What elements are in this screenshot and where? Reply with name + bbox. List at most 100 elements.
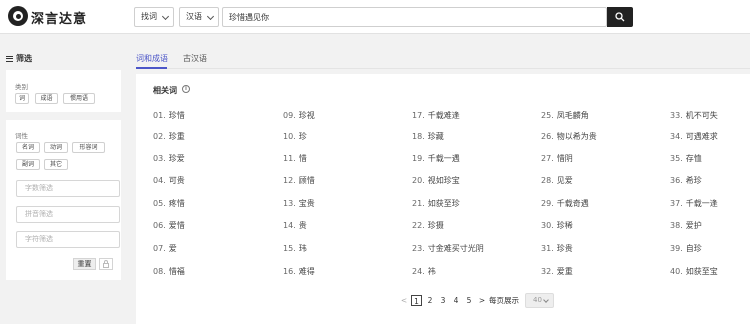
brand-name[interactable]: 深言达意 [31, 8, 87, 27]
word-text[interactable]: 千载奇遇 [557, 199, 589, 208]
related-word-item[interactable]: 17. 千载难逢 [412, 110, 460, 121]
reset-button[interactable]: 重置 [73, 258, 96, 270]
related-word-item[interactable]: 35. 存恤 [670, 153, 702, 164]
word-text[interactable]: 寸金难买寸光阴 [428, 244, 484, 253]
word-text[interactable]: 惜 [299, 154, 307, 163]
related-word-item[interactable]: 05. 疼惜 [153, 198, 185, 209]
related-word-item[interactable]: 36. 希珍 [670, 175, 702, 186]
page-4[interactable]: 4 [451, 295, 461, 306]
related-word-item[interactable]: 29. 千载奇遇 [541, 198, 589, 209]
related-word-item[interactable]: 08. 惜福 [153, 266, 185, 277]
word-text[interactable]: 存恤 [686, 154, 702, 163]
word-text[interactable]: 珍爱 [169, 154, 185, 163]
related-word-item[interactable]: 12. 顾惜 [283, 175, 315, 186]
related-word-item[interactable]: 37. 千载一逢 [670, 198, 718, 209]
related-word-item[interactable]: 20. 视如珍宝 [412, 175, 460, 186]
related-word-item[interactable]: 14. 贵 [283, 220, 307, 231]
related-word-item[interactable]: 21. 如获至珍 [412, 198, 460, 209]
page-1[interactable]: 1 [411, 295, 422, 306]
word-text[interactable]: 如获至珍 [428, 199, 460, 208]
word-text[interactable]: 爱护 [686, 221, 702, 230]
word-text[interactable]: 顾惜 [299, 176, 315, 185]
prev-page-button[interactable]: < [400, 295, 408, 306]
word-text[interactable]: 祎 [428, 267, 436, 276]
tag-word[interactable]: 词 [15, 93, 29, 104]
word-text[interactable]: 珍摄 [428, 221, 444, 230]
related-word-item[interactable]: 30. 珍稀 [541, 220, 573, 231]
related-word-item[interactable]: 11. 惜 [283, 153, 307, 164]
tag-idiom[interactable]: 成语 [35, 93, 58, 104]
tag-noun[interactable]: 名词 [16, 142, 40, 153]
search-button[interactable] [607, 7, 633, 27]
word-text[interactable]: 珍重 [169, 132, 185, 141]
related-word-item[interactable]: 25. 凤毛麟角 [541, 110, 589, 121]
related-word-item[interactable]: 40. 如获至宝 [670, 266, 718, 277]
word-text[interactable]: 千载一遇 [428, 154, 460, 163]
related-word-item[interactable]: 01. 珍惜 [153, 110, 185, 121]
next-page-button[interactable]: > [477, 295, 487, 306]
word-text[interactable]: 可遇难求 [686, 132, 718, 141]
word-text[interactable]: 疼惜 [169, 199, 185, 208]
related-word-item[interactable]: 24. 祎 [412, 266, 436, 277]
word-text[interactable]: 珍贵 [557, 244, 573, 253]
related-word-item[interactable]: 10. 珍 [283, 131, 307, 142]
word-text[interactable]: 见爱 [557, 176, 573, 185]
mode-select[interactable]: 找词 [134, 7, 174, 27]
related-word-item[interactable]: 09. 珍视 [283, 110, 315, 121]
char-count-filter-input[interactable]: 字数筛选 [16, 180, 120, 197]
related-word-item[interactable]: 15. 玮 [283, 243, 307, 254]
word-text[interactable]: 凤毛麟角 [557, 111, 589, 120]
page-3[interactable]: 3 [438, 295, 448, 306]
word-text[interactable]: 如获至宝 [686, 267, 718, 276]
logo-icon[interactable] [8, 6, 28, 26]
related-word-item[interactable]: 34. 可遇难求 [670, 131, 718, 142]
related-word-item[interactable]: 27. 惜阴 [541, 153, 573, 164]
word-text[interactable]: 珍视 [299, 111, 315, 120]
word-text[interactable]: 可贵 [169, 176, 185, 185]
related-word-item[interactable]: 06. 爱惜 [153, 220, 185, 231]
info-icon[interactable]: i [182, 85, 190, 93]
language-select[interactable]: 汉语 [179, 7, 219, 27]
word-text[interactable]: 爱重 [557, 267, 573, 276]
lock-button[interactable] [99, 258, 113, 270]
related-word-item[interactable]: 32. 爱重 [541, 266, 573, 277]
word-text[interactable]: 机不可失 [686, 111, 718, 120]
word-text[interactable]: 希珍 [686, 176, 702, 185]
related-word-item[interactable]: 16. 难得 [283, 266, 315, 277]
word-text[interactable]: 宝贵 [299, 199, 315, 208]
word-text[interactable]: 惜福 [169, 267, 185, 276]
word-text[interactable]: 珍稀 [557, 221, 573, 230]
tab-classical-chinese[interactable]: 古汉语 [183, 53, 207, 64]
related-word-item[interactable]: 31. 珍贵 [541, 243, 573, 254]
word-text[interactable]: 爱 [169, 244, 177, 253]
word-text[interactable]: 珍惜 [169, 111, 185, 120]
tag-adverb[interactable]: 副词 [16, 159, 40, 170]
tag-common-phrase[interactable]: 惯用语 [63, 93, 95, 104]
word-text[interactable]: 爱惜 [169, 221, 185, 230]
related-word-item[interactable]: 13. 宝贵 [283, 198, 315, 209]
related-word-item[interactable]: 22. 珍摄 [412, 220, 444, 231]
word-text[interactable]: 千载一逢 [686, 199, 718, 208]
related-word-item[interactable]: 03. 珍爱 [153, 153, 185, 164]
related-word-item[interactable]: 04. 可贵 [153, 175, 185, 186]
related-word-item[interactable]: 07. 爱 [153, 243, 177, 254]
word-text[interactable]: 千载难逢 [428, 111, 460, 120]
word-text[interactable]: 物以希为贵 [557, 132, 597, 141]
char-filter-input[interactable]: 字符筛选 [16, 231, 120, 248]
tab-words-idioms[interactable]: 词和成语 [136, 53, 168, 64]
word-text[interactable]: 惜阴 [557, 154, 573, 163]
word-text[interactable]: 贵 [299, 221, 307, 230]
related-word-item[interactable]: 19. 千载一遇 [412, 153, 460, 164]
related-word-item[interactable]: 02. 珍重 [153, 131, 185, 142]
related-word-item[interactable]: 28. 见爱 [541, 175, 573, 186]
page-2[interactable]: 2 [425, 295, 435, 306]
related-word-item[interactable]: 26. 物以希为贵 [541, 131, 597, 142]
related-word-item[interactable]: 23. 寸金难买寸光阴 [412, 243, 484, 254]
word-text[interactable]: 自珍 [686, 244, 702, 253]
word-text[interactable]: 珍 [299, 132, 307, 141]
tag-adjective[interactable]: 形容词 [72, 142, 105, 153]
per-page-select[interactable]: 40 [525, 293, 554, 308]
related-word-item[interactable]: 33. 机不可失 [670, 110, 718, 121]
tag-other[interactable]: 其它 [44, 159, 68, 170]
page-5[interactable]: 5 [464, 295, 474, 306]
